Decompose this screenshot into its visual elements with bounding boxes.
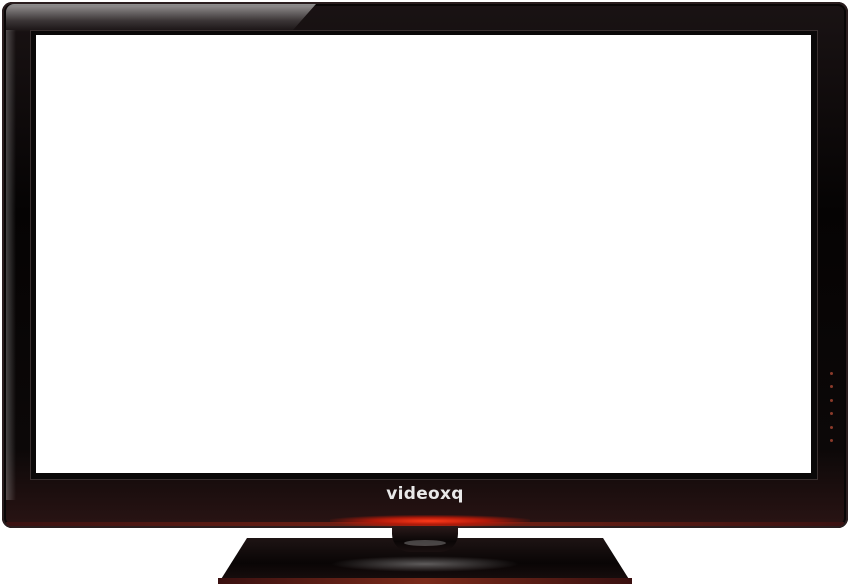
bezel-side-gloss [6,30,16,500]
brand-logo: videoxq [386,484,464,504]
control-button-icon [830,398,833,402]
stand-neck-highlight [404,540,446,546]
control-button-icon [830,425,833,429]
control-button-icon [830,438,833,442]
control-button-icon [830,372,833,375]
control-button-icon [830,412,833,416]
control-button-icon [830,385,833,389]
stand-neck [392,526,458,552]
bezel-gloss [6,4,316,32]
side-controls [830,372,836,442]
stand-base-shine [330,556,520,572]
tv-screen [36,35,811,473]
stand-base-edge [218,578,632,584]
tv-illustration: videoxq [0,0,850,588]
